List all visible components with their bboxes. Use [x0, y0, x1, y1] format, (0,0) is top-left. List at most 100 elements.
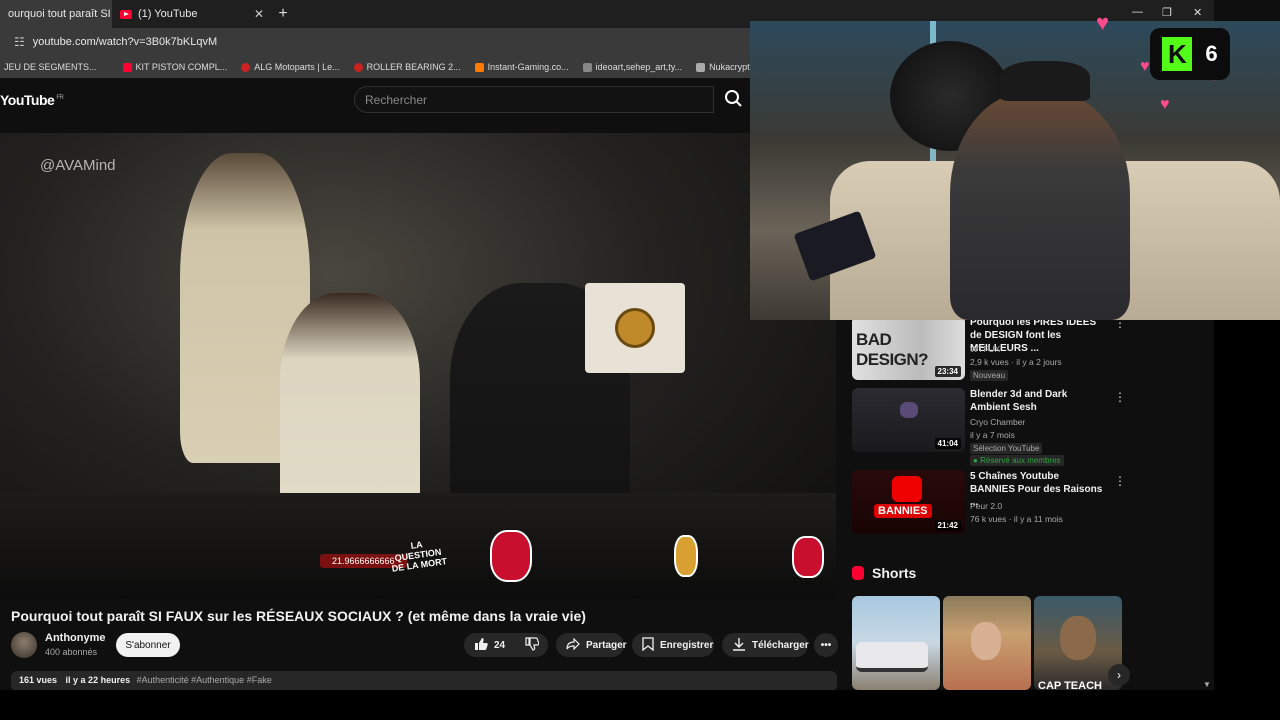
video-thumbnail[interactable]: BANNIES 21:42 [852, 470, 965, 534]
new-tab-button[interactable]: + [272, 5, 294, 23]
video-thumbnail[interactable]: BAD DESIGN? 23:34 [852, 316, 965, 380]
bookmark-item[interactable]: Instant-Gaming.co... [474, 62, 569, 72]
short-thumbnail[interactable] [852, 596, 940, 690]
shorts-icon [852, 566, 864, 580]
bookmark-favicon-icon [241, 62, 251, 72]
channel-name[interactable]: WTFUX [970, 344, 1000, 354]
car-figure [856, 642, 928, 672]
bookmark-item[interactable]: ideoart,sehep_art,ty... [582, 62, 683, 72]
download-icon [732, 637, 746, 654]
shorts-label: Shorts [872, 565, 917, 581]
save-label: Enregistrer [660, 639, 714, 651]
channel-avatar[interactable] [11, 632, 37, 658]
streamer-figure [950, 91, 1130, 320]
logo-region: FR [56, 95, 64, 102]
subscribe-button[interactable]: S'abonner [116, 633, 180, 657]
heart-icon: ♥ [1140, 58, 1150, 75]
person-figure [280, 293, 420, 513]
screen-edge [1214, 320, 1280, 720]
kick-logo-icon: K [1162, 37, 1193, 71]
close-tab-icon[interactable]: ✕ [254, 7, 264, 21]
dislike-icon[interactable] [525, 636, 540, 654]
share-button[interactable]: Partager [556, 633, 627, 657]
shorts-next-button[interactable]: › [1108, 664, 1130, 686]
bookmark-item[interactable]: ROLLER BEARING 2... [353, 62, 461, 72]
like-count[interactable]: 24 [494, 640, 505, 651]
share-label: Partager [586, 639, 627, 651]
mascot-icon [490, 530, 532, 582]
angry-face-icon [892, 476, 922, 502]
bookmark-item[interactable]: KIT PISTON COMPL... [122, 62, 228, 72]
bookmark-label: KIT PISTON COMPL... [135, 62, 228, 72]
youtube-logo[interactable]: YouTube FR [0, 92, 64, 108]
bookmark-label: ideoart,sehep_art,ty... [595, 62, 683, 72]
members-only-badge: ● Réservé aux membres [970, 455, 1064, 466]
view-count: 161 vues [19, 675, 58, 685]
video-title: Pourquoi tout paraît SI FAUX sur les RÉS… [11, 608, 586, 624]
bookmark-favicon-icon [122, 62, 132, 72]
video-thumbnail[interactable]: 41:04 [852, 388, 965, 452]
duration-badge: 21:42 [934, 520, 961, 531]
save-button[interactable]: Enregistrer [632, 633, 714, 657]
tab-current-label: ourquoi tout paraît SI F [8, 8, 112, 20]
new-badge: Nouveau [970, 370, 1009, 381]
channel-name[interactable]: Peur 2.0 [970, 501, 1002, 511]
recommended-video[interactable]: BANNIES 21:42 5 Chaînes Youtube BANNIES … [852, 470, 1126, 534]
description-box[interactable]: 161 vues il y a 22 heures #Authenticité … [11, 671, 837, 691]
hashtags[interactable]: #Authenticité #Authentique #Fake [137, 675, 272, 685]
pirate-face [1060, 616, 1096, 660]
thumbnail-text: BANNIES [874, 504, 932, 518]
shorts-heading: Shorts [852, 565, 916, 581]
search-input[interactable]: Rechercher [354, 86, 714, 113]
youtube-favicon-icon [120, 9, 132, 19]
video-watermark: @AVAMind [40, 157, 116, 174]
heart-icon: ♥ [1160, 96, 1170, 113]
close-window-icon[interactable]: ✕ [1193, 6, 1202, 19]
minimize-icon[interactable]: — [1132, 6, 1143, 18]
screen: ourquoi tout paraît SI F 🔊 ✕ (1) YouTube… [0, 0, 1280, 720]
maximize-icon[interactable]: ❐ [1162, 6, 1172, 19]
more-options-icon[interactable]: ⋮ [1114, 390, 1126, 404]
heart-icon: ♥ [1096, 10, 1110, 35]
more-actions-icon[interactable]: ••• [814, 633, 838, 657]
screen-edge [0, 690, 1280, 720]
members-only-label: Réservé aux membres [980, 456, 1061, 465]
bookmark-favicon-icon [696, 62, 706, 72]
tab-youtube-label: (1) YouTube [138, 8, 198, 20]
search-icon[interactable] [722, 88, 746, 110]
scroll-down-icon[interactable]: ▼ [1203, 680, 1211, 689]
video-meta: 76 k vues · il y a 11 mois [970, 514, 1063, 524]
download-label: Télécharger [752, 639, 809, 651]
mascot-icon [792, 536, 824, 578]
subscriber-count: 400 abonnés [45, 647, 98, 657]
download-button[interactable]: Télécharger [722, 633, 809, 657]
bookmark-label: ROLLER BEARING 2... [366, 62, 461, 72]
like-dislike-group: 24 [464, 633, 548, 657]
tab-youtube[interactable]: (1) YouTube ✕ [112, 0, 272, 28]
duration-badge: 23:34 [934, 366, 961, 377]
video-player[interactable] [0, 133, 836, 599]
channel-name[interactable]: Cryo Chamber [970, 417, 1025, 427]
bookmark-favicon-icon [353, 62, 363, 72]
site-settings-icon[interactable]: ☷ [14, 35, 25, 49]
recommended-video[interactable]: BAD DESIGN? 23:34 Pourquoi les PIRES IDÉ… [852, 316, 1126, 381]
logo-text: YouTube [0, 92, 55, 108]
hat [1000, 61, 1090, 101]
video-title[interactable]: Blender 3d and Dark Ambient Sesh [970, 388, 1105, 414]
like-icon[interactable] [474, 637, 488, 654]
bookmark-item[interactable]: ALG Motoparts | Le... [241, 62, 340, 72]
bookmark-item[interactable]: JEU DE SEGMENTS... [4, 62, 97, 72]
bookmark-label: JEU DE SEGMENTS... [4, 62, 97, 72]
url-text[interactable]: youtube.com/watch?v=3B0k7bKLqvM [33, 36, 217, 48]
tab-current[interactable]: ourquoi tout paraît SI F 🔊 ✕ [0, 0, 112, 28]
video-meta: 2,9 k vues · il y a 2 jours [970, 357, 1062, 367]
thumbnail-text: BAD DESIGN? [856, 330, 929, 369]
person-face [971, 622, 1001, 660]
video-meta: il y a 7 mois [970, 430, 1015, 440]
channel-name[interactable]: Anthonyme [45, 632, 106, 644]
wow-logo-icon [615, 308, 655, 348]
short-thumbnail[interactable] [943, 596, 1031, 690]
more-options-icon[interactable]: ⋮ [1114, 474, 1126, 488]
youtube-selection-badge: Sélection YouTube [970, 443, 1043, 454]
recommended-video[interactable]: 41:04 Blender 3d and Dark Ambient Sesh C… [852, 388, 1126, 466]
